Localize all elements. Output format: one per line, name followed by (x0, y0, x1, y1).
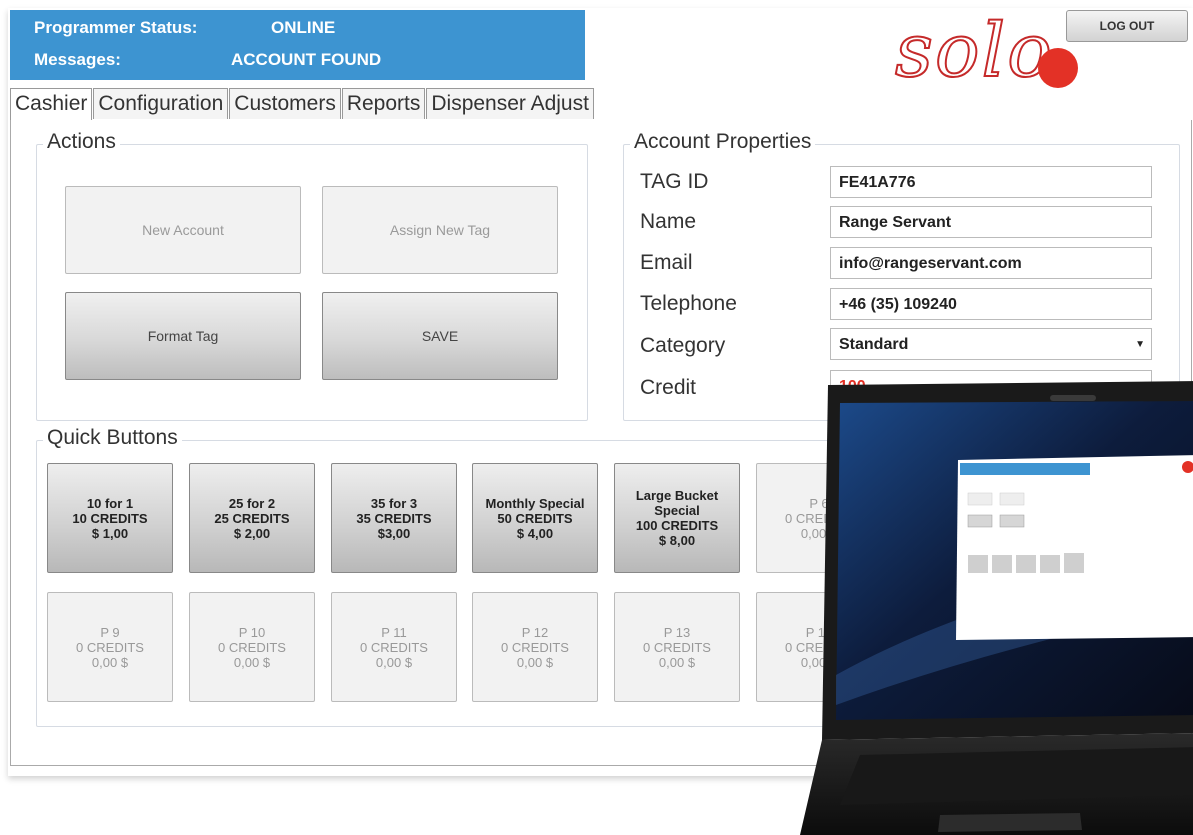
format-tag-button[interactable]: Format Tag (65, 292, 301, 380)
credit-label: Credit (640, 376, 697, 399)
programmer-status-label: Programmer Status: (34, 18, 198, 37)
quick-buttons-title: Quick Buttons (43, 426, 182, 450)
qb-line1: Monthly Special (485, 495, 585, 511)
tab-customers[interactable]: Customers (229, 88, 341, 119)
qb-line2: 50 CREDITS (497, 510, 573, 526)
dropdown-arrow-icon: ▼ (1135, 339, 1145, 350)
qb-line2: 35 CREDITS (356, 510, 432, 526)
qb-line3: 0,00 $ (233, 654, 271, 670)
qb-line3: $3,00 (377, 525, 411, 541)
telephone-field[interactable]: +46 (35) 109240 (830, 288, 1152, 320)
save-button[interactable]: SAVE (322, 292, 558, 380)
qb-line1: P 11 (381, 624, 407, 640)
messages-value: ACCOUNT FOUND (231, 50, 382, 69)
tab-bar: Cashier Configuration Customers Reports … (10, 88, 595, 121)
solo-logo: solo (894, 7, 1085, 100)
qb-line3: 0,00 $ (516, 654, 554, 670)
category-label: Category (640, 334, 726, 357)
qb-line1: 25 for 2 (228, 495, 276, 511)
qb-line3: $ 8,00 (658, 533, 696, 548)
tag-id-label: TAG ID (640, 170, 709, 193)
qb-line3: 0,00 $ (375, 654, 413, 670)
tab-dispenser-adjust[interactable]: Dispenser Adjust (426, 88, 594, 119)
status-panel: Programmer Status: ONLINE Messages: ACCO… (10, 10, 585, 80)
logo-text: solo (894, 7, 1054, 95)
laptop-image (800, 381, 1193, 835)
quick-button-10[interactable]: P 10 0 CREDITS 0,00 $ (189, 592, 315, 702)
name-label: Name (640, 210, 697, 233)
quick-button-3[interactable]: 35 for 3 35 CREDITS $3,00 (331, 463, 457, 573)
qb-line1: Large Bucket Special (635, 488, 719, 518)
qb-line3: $ 4,00 (516, 525, 554, 541)
assign-new-tag-button[interactable]: Assign New Tag (322, 186, 558, 274)
quick-button-11[interactable]: P 11 0 CREDITS 0,00 $ (331, 592, 457, 702)
qb-line1: P 13 (663, 624, 691, 640)
name-field[interactable]: Range Servant (830, 206, 1152, 238)
logo-dot (1038, 48, 1078, 88)
tab-reports[interactable]: Reports (341, 88, 426, 119)
qb-line3: $ 1,00 (91, 525, 129, 541)
qb-line1: P 10 (238, 624, 266, 640)
quick-button-12[interactable]: P 12 0 CREDITS 0,00 $ (472, 592, 598, 702)
qb-line1: P 9 (100, 624, 120, 640)
category-dropdown[interactable]: Standard ▼ (830, 328, 1152, 360)
category-value: Standard (839, 336, 909, 353)
messages-label: Messages: (34, 50, 121, 69)
qb-line2: 25 CREDITS (214, 510, 290, 526)
email-field[interactable]: info@rangeservant.com (830, 247, 1152, 279)
quick-button-9[interactable]: P 9 0 CREDITS 0,00 $ (47, 592, 173, 702)
account-properties-title: Account Properties (630, 130, 816, 154)
qb-line1: P 12 (521, 624, 549, 640)
qb-line2: 0 CREDITS (501, 639, 569, 655)
qb-line2: 0 CREDITS (76, 639, 144, 655)
qb-line1: 10 for 1 (86, 495, 134, 511)
tab-configuration[interactable]: Configuration (93, 88, 229, 119)
qb-line2: 0 CREDITS (643, 639, 711, 655)
programmer-status-value: ONLINE (271, 18, 336, 37)
quick-button-4[interactable]: Monthly Special 50 CREDITS $ 4,00 (472, 463, 598, 573)
quick-button-13[interactable]: P 13 0 CREDITS 0,00 $ (614, 592, 740, 702)
qb-line2: 10 CREDITS (72, 510, 148, 526)
tab-cashier[interactable]: Cashier (10, 88, 93, 121)
qb-line2: 0 CREDITS (360, 639, 428, 655)
qb-line3: 0,00 $ (658, 654, 696, 670)
qb-line2: 100 CREDITS (635, 518, 719, 533)
quick-button-2[interactable]: 25 for 2 25 CREDITS $ 2,00 (189, 463, 315, 573)
telephone-label: Telephone (640, 292, 737, 315)
qb-line3: 0,00 $ (91, 654, 129, 670)
tag-id-field[interactable]: FE41A776 (830, 166, 1152, 198)
actions-title: Actions (43, 130, 120, 154)
new-account-button[interactable]: New Account (65, 186, 301, 274)
qb-line1: 35 for 3 (370, 495, 418, 511)
logout-button[interactable]: LOG OUT (1066, 10, 1188, 42)
quick-button-5[interactable]: Large Bucket Special 100 CREDITS $ 8,00 (614, 463, 740, 573)
qb-line3: $ 2,00 (233, 525, 271, 541)
email-label: Email (640, 251, 693, 274)
qb-line2: 0 CREDITS (218, 639, 286, 655)
quick-button-1[interactable]: 10 for 1 10 CREDITS $ 1,00 (47, 463, 173, 573)
